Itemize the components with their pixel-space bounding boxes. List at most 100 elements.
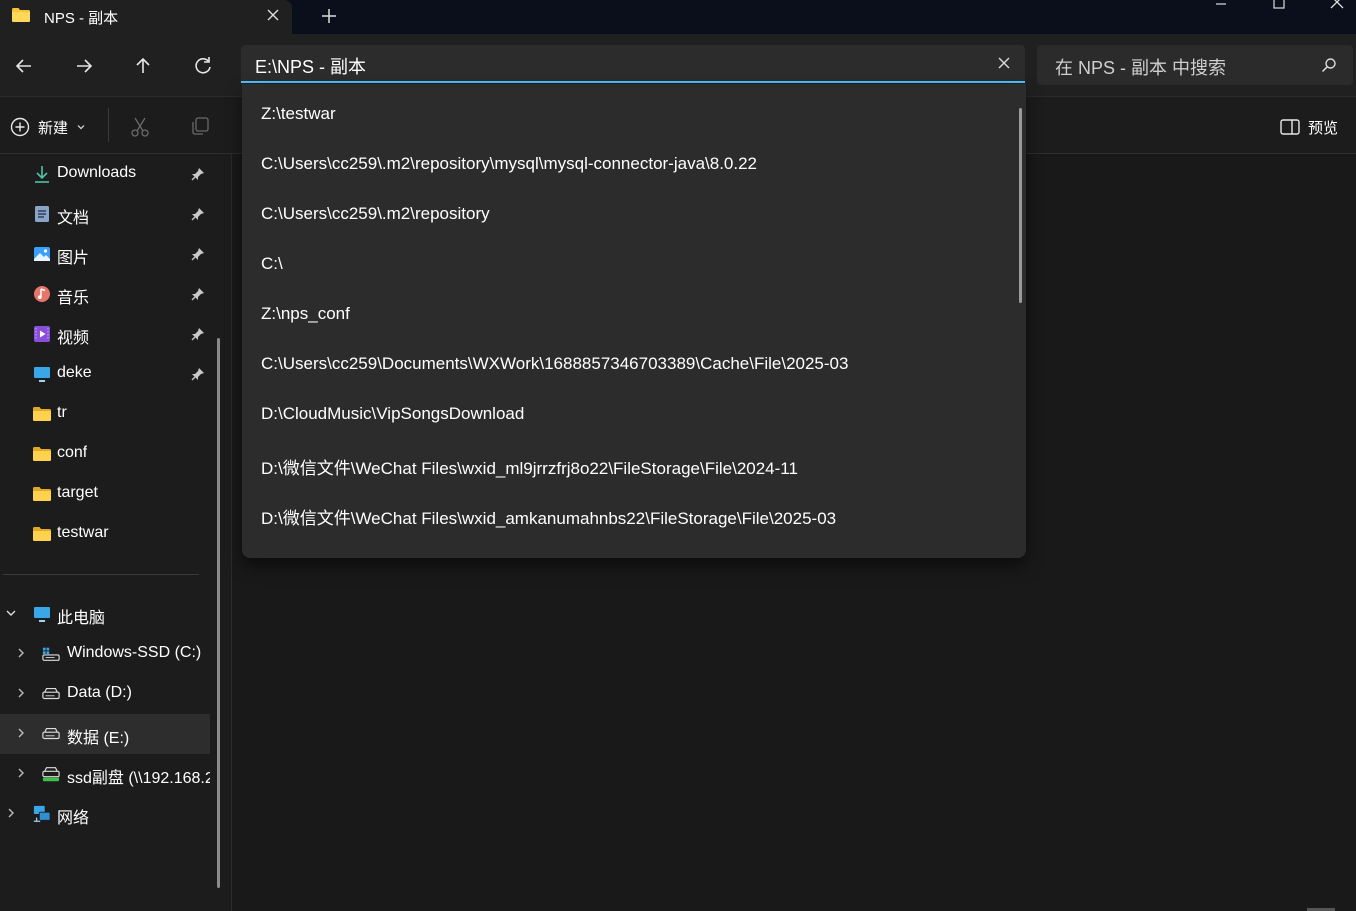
sidebar-item-label: Windows-SSD (C:) [67, 644, 202, 661]
computer-icon [34, 607, 50, 622]
copy-icon [192, 117, 209, 135]
sidebar-item-videos[interactable]: 视频 [0, 314, 210, 354]
history-item-text: D:\微信文件\WeChat Files\wxid_ml9jrrzfrj8o22… [261, 459, 798, 478]
sidebar-item-label: deke [57, 364, 92, 381]
chevron-right-icon[interactable] [14, 766, 28, 780]
address-bar[interactable]: E:\NPS - 副本 [241, 45, 1025, 83]
search-box[interactable]: 在 NPS - 副本 中搜索 [1037, 45, 1353, 85]
sidebar-item-label: Downloads [57, 164, 137, 181]
sidebar-item-conf[interactable]: conf [0, 434, 210, 474]
sidebar-item-deke[interactable]: deke [0, 354, 210, 394]
add-circle-icon [10, 117, 30, 137]
search-icon [1321, 58, 1336, 73]
tab-nps[interactable]: NPS - 副本 [0, 0, 292, 34]
sidebar-item-testwar[interactable]: testwar [0, 514, 210, 554]
tab-title: NPS - 副本 [44, 10, 119, 27]
chevron-right-icon[interactable] [4, 806, 18, 820]
close-window-button[interactable] [1322, 0, 1352, 14]
history-item-text: C:\ [261, 254, 283, 273]
history-item-text: C:\Users\cc259\Documents\WXWork\16888573… [261, 354, 849, 373]
new-label: 新建 [38, 119, 69, 137]
history-item[interactable]: Z:\testwar [242, 90, 1014, 140]
pin-icon[interactable] [190, 326, 206, 342]
forward-button[interactable] [70, 52, 98, 80]
pictures-icon [34, 247, 50, 261]
history-item[interactable]: D:\微信文件\WeChat Files\wxid_amkanumahnbs22… [242, 490, 1014, 540]
sidebar-item-label: ssd副盘 (\\192.168.2 [67, 770, 210, 787]
cut-button[interactable] [130, 116, 150, 143]
preview-button[interactable]: 预览 [1280, 117, 1338, 137]
history-item-text: C:\Users\cc259\.m2\repository\mysql\mysq… [261, 154, 758, 173]
pin-icon[interactable] [190, 246, 206, 262]
folder-icon [33, 407, 51, 421]
new-tab-button[interactable] [318, 4, 340, 28]
sidebar-scrollbar[interactable] [217, 338, 220, 888]
close-icon [998, 57, 1010, 69]
chevron-right-icon[interactable] [14, 686, 28, 700]
sidebar-item-drive-d[interactable]: Data (D:) [0, 674, 210, 714]
drive-icon [42, 688, 60, 700]
sidebar-item-music[interactable]: 音乐 [0, 274, 210, 314]
sidebar-item-label: 此电脑 [57, 610, 106, 627]
history-item[interactable]: D:\微信文件\WeChat Files\wxid_ml9jrrzfrj8o22… [242, 440, 1014, 490]
sidebar-item-downloads[interactable]: Downloads [0, 154, 210, 194]
videos-icon [34, 326, 50, 342]
sidebar-item-label: 视频 [57, 330, 90, 347]
maximize-button[interactable] [1264, 0, 1294, 14]
history-item[interactable]: D:\CloudMusic\VipSongsDownload [242, 390, 1014, 440]
history-item[interactable]: C:\Users\cc259\.m2\repository\mysql\mysq… [242, 140, 1014, 190]
chevron-right-icon[interactable] [14, 646, 28, 660]
sidebar-item-this-pc[interactable]: 此电脑 [0, 594, 210, 634]
close-icon [267, 9, 279, 21]
search-input[interactable]: 在 NPS - 副本 中搜索 [1055, 54, 1226, 80]
sidebar-item-network-drive[interactable]: ssd副盘 (\\192.168.2 [0, 754, 210, 794]
dropdown-scrollbar[interactable] [1019, 108, 1022, 303]
sidebar-item-label: 音乐 [57, 290, 90, 307]
back-button[interactable] [10, 52, 38, 80]
history-item[interactable]: C:\ [242, 240, 1014, 290]
chevron-down-icon [77, 125, 85, 130]
plus-icon [322, 9, 336, 23]
clear-address-button[interactable] [995, 54, 1013, 72]
new-button[interactable]: 新建 [10, 117, 86, 137]
pin-icon[interactable] [190, 286, 206, 302]
sidebar-item-drive-c[interactable]: Windows-SSD (C:) [0, 634, 210, 674]
history-item[interactable]: Z:\nps_conf [242, 290, 1014, 340]
toolbar-divider [108, 108, 109, 142]
sidebar-item-target[interactable]: target [0, 474, 210, 514]
history-item-text: D:\CloudMusic\VipSongsDownload [261, 404, 525, 423]
folder-icon [33, 447, 51, 461]
pin-icon[interactable] [190, 366, 206, 382]
history-item-text: Z:\nps_conf [261, 304, 350, 323]
refresh-icon [195, 57, 211, 74]
address-input[interactable]: E:\NPS - 副本 [255, 53, 366, 79]
pin-icon[interactable] [190, 166, 206, 182]
sidebar-item-documents[interactable]: 文档 [0, 194, 210, 234]
folder-icon [33, 487, 51, 501]
up-button[interactable] [129, 52, 157, 80]
minimize-icon [1216, 3, 1226, 5]
sidebar-item-drive-e[interactable]: 数据 (E:) [0, 714, 210, 754]
history-item[interactable]: C:\Users\cc259\.m2\repository [242, 190, 1014, 240]
sidebar-item-label: 数据 (E:) [67, 730, 130, 747]
preview-label: 预览 [1308, 119, 1339, 137]
desktop-icon [34, 367, 50, 382]
sidebar-item-network[interactable]: 网络 [0, 794, 210, 834]
minimize-button[interactable] [1206, 0, 1236, 14]
copy-button[interactable] [190, 116, 210, 141]
sidebar-item-label: tr [57, 404, 67, 421]
sidebar-item-pictures[interactable]: 图片 [0, 234, 210, 274]
close-tab-button[interactable] [262, 4, 284, 26]
system-drive-icon [42, 647, 60, 661]
pin-icon[interactable] [190, 206, 206, 222]
history-item[interactable]: C:\Users\cc259\Documents\WXWork\16888573… [242, 340, 1014, 390]
documents-icon [35, 206, 49, 222]
sidebar-item-label: conf [57, 444, 88, 461]
chevron-right-icon[interactable] [14, 726, 28, 740]
sidebar-item-label: Data (D:) [67, 684, 132, 701]
sidebar-item-tr[interactable]: tr [0, 394, 210, 434]
sidebar-item-label: 图片 [57, 250, 90, 267]
refresh-button[interactable] [189, 52, 217, 80]
navigation-pane: Downloads 文档 图片 音乐 视频 deke tr conf targe… [0, 154, 232, 911]
chevron-down-icon[interactable] [4, 606, 18, 620]
